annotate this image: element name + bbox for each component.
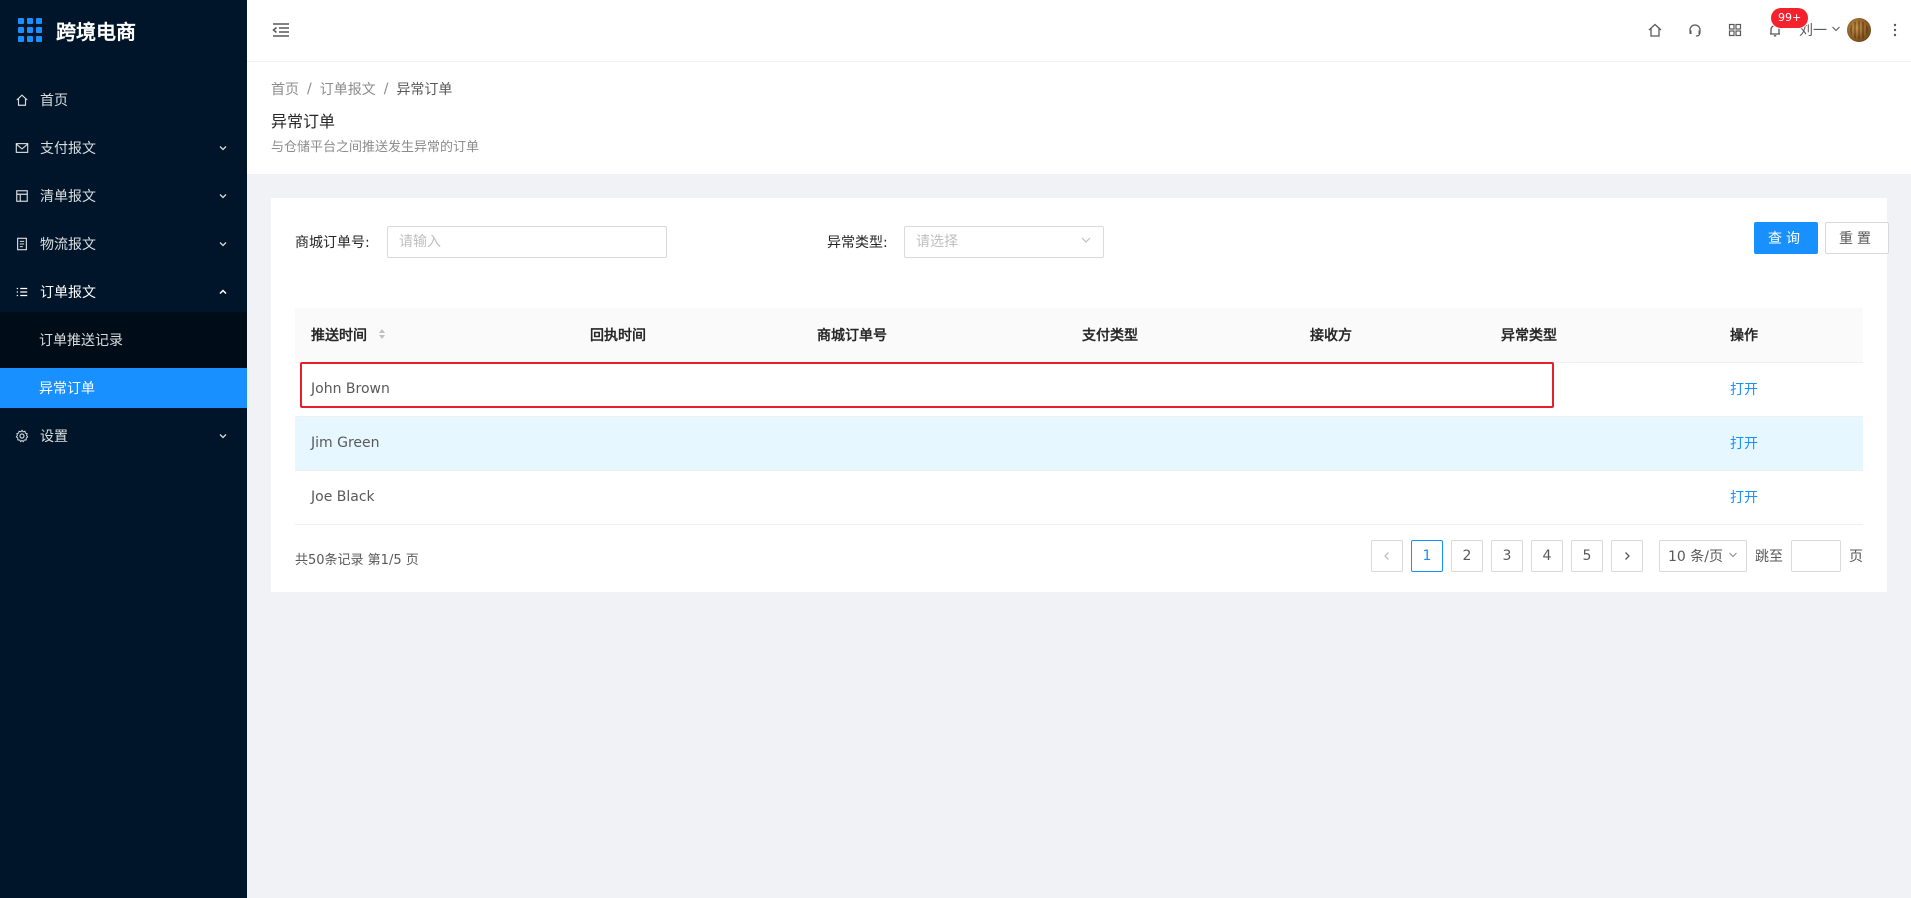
- table-row[interactable]: Jim Green 打开: [295, 416, 1863, 471]
- file-icon: [14, 236, 30, 252]
- bell-icon[interactable]: 99+: [1755, 0, 1809, 60]
- col-actions: 操作: [1714, 308, 1863, 363]
- chevron-down-icon: [1080, 227, 1092, 257]
- chevron-down-icon: [217, 238, 229, 250]
- chevron-down-icon: [217, 430, 229, 442]
- sidebar-menu: 首页 支付报文 清单报文 物流报文 订单报文 订单推送记录 异常订单 设置: [0, 80, 247, 456]
- total-records: 共50条记录 第1/5 页: [295, 552, 419, 568]
- more-vertical-icon[interactable]: [1885, 0, 1905, 60]
- breadcrumb-order-messages[interactable]: 订单报文: [320, 79, 376, 99]
- col-receipt-time: 回执时间: [574, 308, 801, 363]
- exception-type-label: 异常类型:: [827, 235, 888, 251]
- mail-icon: [14, 140, 30, 156]
- order-no-input[interactable]: 请输入: [387, 226, 667, 258]
- user-menu[interactable]: 刘一: [1799, 0, 1871, 60]
- appstore-icon[interactable]: [1715, 0, 1755, 60]
- gear-icon: [14, 428, 30, 444]
- page-header: 首页 / 订单报文 / 异常订单 异常订单 与仓储平台之间推送发生异常的订单: [247, 62, 1911, 174]
- page-5-button[interactable]: 5: [1571, 539, 1603, 572]
- prev-page-button[interactable]: [1371, 539, 1403, 572]
- sidebar: 跨境电商 首页 支付报文 清单报文 物流报文 订单报文 订单推送记录 异常订单 …: [0, 0, 247, 898]
- sidebar-item-settings[interactable]: 设置: [0, 416, 247, 456]
- table-header-row: 推送时间 回执时间 商城订单号 支付类型 接收方 异常类型 操作: [295, 308, 1863, 363]
- chevron-up-icon: [217, 286, 229, 298]
- exception-orders-table: 推送时间 回执时间 商城订单号 支付类型 接收方 异常类型 操作 John Br…: [295, 308, 1863, 525]
- sidebar-item-order[interactable]: 订单报文: [0, 272, 247, 312]
- home-icon[interactable]: [1635, 0, 1675, 60]
- open-link[interactable]: 打开: [1730, 436, 1758, 452]
- col-receiver: 接收方: [1294, 308, 1485, 363]
- col-payment-type: 支付类型: [1066, 308, 1294, 363]
- brand-name: 跨境电商: [56, 19, 136, 44]
- col-exception-type: 异常类型: [1485, 308, 1714, 363]
- sidebar-item-order-push-records[interactable]: 订单推送记录: [0, 320, 247, 360]
- sidebar-item-manifest[interactable]: 清单报文: [0, 176, 247, 216]
- exception-type-select[interactable]: 请选择: [904, 226, 1104, 258]
- page-size-select[interactable]: 10 条/页: [1659, 539, 1747, 572]
- filter-form: 商城订单号: 请输入 异常类型: 请选择 查询 重置: [295, 198, 1889, 308]
- sidebar-item-home[interactable]: 首页: [0, 80, 247, 120]
- open-link[interactable]: 打开: [1730, 382, 1758, 398]
- order-submenu: 订单推送记录 异常订单: [0, 312, 247, 408]
- reset-button[interactable]: 重置: [1825, 222, 1889, 254]
- chevron-down-icon: [1728, 548, 1738, 564]
- row-name: Joe Black: [295, 470, 574, 525]
- avatar: [1847, 18, 1871, 42]
- chevron-down-icon: [1831, 22, 1841, 38]
- jump-page-input[interactable]: [1791, 539, 1841, 572]
- notification-badge: 99+: [1771, 8, 1809, 28]
- sidebar-item-exception-orders[interactable]: 异常订单: [0, 368, 247, 408]
- jump-suffix: 页: [1849, 548, 1863, 565]
- order-no-label: 商城订单号:: [295, 235, 370, 251]
- row-name: Jim Green: [295, 416, 574, 471]
- menu-fold-icon[interactable]: [271, 20, 291, 40]
- breadcrumb-home[interactable]: 首页: [271, 79, 299, 99]
- next-page-button[interactable]: [1611, 539, 1643, 572]
- sidebar-item-logistics[interactable]: 物流报文: [0, 224, 247, 264]
- customer-service-icon[interactable]: [1675, 0, 1715, 60]
- sort-icon[interactable]: [378, 328, 386, 344]
- content-card: 商城订单号: 请输入 异常类型: 请选择 查询 重置 推送时间 回执时间 商城订…: [271, 198, 1889, 592]
- sidebar-item-payment[interactable]: 支付报文: [0, 128, 247, 168]
- apps-grid-icon: [18, 18, 42, 42]
- table-row[interactable]: Joe Black 打开: [295, 470, 1863, 525]
- top-header: 99+ 刘一: [247, 0, 1911, 62]
- col-order-no: 商城订单号: [801, 308, 1066, 363]
- logo[interactable]: 跨境电商: [0, 0, 247, 60]
- header-actions: 99+ 刘一: [1635, 0, 1911, 60]
- layout-icon: [14, 188, 30, 204]
- breadcrumb-current: 异常订单: [396, 82, 453, 98]
- col-push-time[interactable]: 推送时间: [295, 308, 574, 363]
- list-icon: [14, 284, 30, 300]
- open-link[interactable]: 打开: [1730, 490, 1758, 506]
- query-button[interactable]: 查询: [1754, 222, 1818, 254]
- jump-label: 跳至: [1755, 548, 1783, 565]
- home-icon: [14, 92, 30, 108]
- page-3-button[interactable]: 3: [1491, 539, 1523, 572]
- chevron-down-icon: [217, 142, 229, 154]
- page-2-button[interactable]: 2: [1451, 539, 1483, 572]
- page-title: 异常订单: [271, 112, 336, 131]
- breadcrumb: 首页 / 订单报文 / 异常订单: [271, 79, 453, 99]
- table-row[interactable]: John Brown 打开: [295, 362, 1863, 417]
- table-footer: 共50条记录 第1/5 页 1 2 3 4 5 10 条/页 跳至 页: [295, 525, 1863, 591]
- chevron-down-icon: [217, 190, 229, 202]
- page-description: 与仓储平台之间推送发生异常的订单: [271, 140, 480, 155]
- page-4-button[interactable]: 4: [1531, 539, 1563, 572]
- pagination: 1 2 3 4 5 10 条/页 跳至 页: [1371, 539, 1863, 572]
- row-name: John Brown: [295, 362, 574, 417]
- page-1-button[interactable]: 1: [1411, 539, 1443, 572]
